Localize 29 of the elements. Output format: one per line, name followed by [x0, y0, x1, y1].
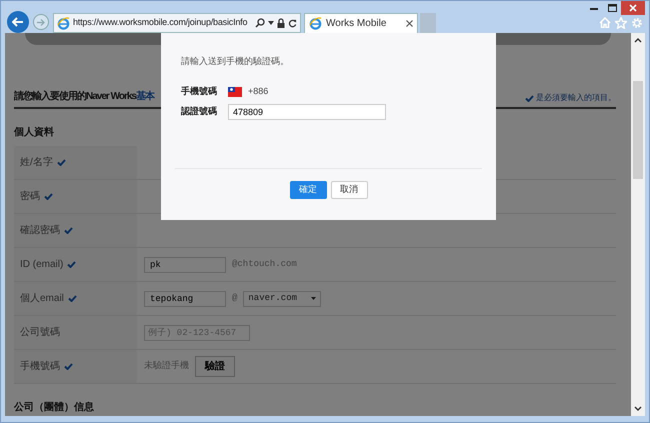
intro-link[interactable]: 基本	[136, 91, 154, 102]
section-title: 個人資料	[14, 126, 55, 140]
verification-code-field[interactable]: 478809	[228, 104, 386, 120]
verify-button[interactable]: 驗證	[195, 356, 235, 377]
domain-select[interactable]: naver.com	[243, 290, 322, 306]
confirm-button[interactable]: 確定	[290, 181, 326, 199]
field-label: ID (email)	[20, 258, 64, 272]
modal-field-label: 手機號碼	[181, 84, 218, 98]
email-input-field[interactable]: tepokang	[144, 290, 226, 306]
at-sign: @	[232, 292, 238, 305]
url-text: https://www.worksmobile.com/joinup/basicInfo	[73, 16, 248, 30]
email-domain-text: @chtouch.com	[232, 258, 297, 271]
country-code-text: +886	[248, 84, 268, 98]
verify-status-text: 未驗證手機	[144, 360, 189, 373]
browser-tab[interactable]: Works Mobile	[304, 13, 418, 33]
intro-text: 請您輸入要使用的Naver Works	[14, 91, 136, 102]
field-label: 公司號碼	[20, 326, 60, 340]
field-label: 確認密碼	[20, 224, 60, 238]
field-label: 密碼	[20, 190, 40, 204]
field-label: 個人email	[20, 292, 64, 306]
modal-message: 請輸入送到手機的驗證碼。	[181, 55, 290, 68]
modal-field-label: 認證號碼	[181, 104, 218, 118]
required-note: 是必須要輸入的項目。	[536, 92, 616, 104]
section-title: 公司（團體）信息	[14, 400, 95, 415]
field-label: 姓/名字	[20, 156, 53, 170]
address-bar[interactable]: https://www.worksmobile.com/joinup/basicInfo	[53, 13, 301, 33]
cancel-button[interactable]: 取消	[330, 181, 368, 199]
field-label: 手機號碼	[20, 360, 60, 374]
id-input-field[interactable]: pk	[144, 256, 226, 272]
